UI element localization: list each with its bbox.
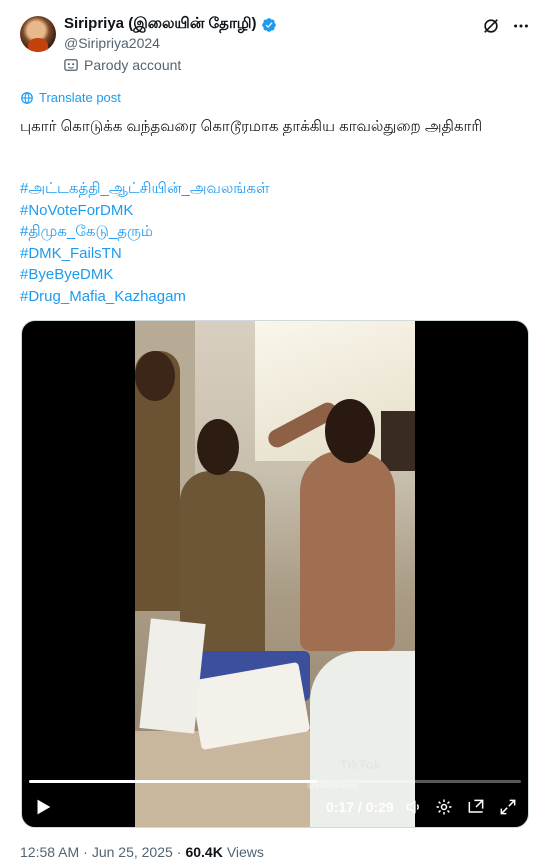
display-name[interactable]: Siripriya (இலையின் தோழி): [64, 15, 257, 34]
meta-separator: ·: [176, 844, 182, 860]
settings-gear-icon[interactable]: [434, 797, 454, 817]
video-progress-bar[interactable]: [29, 780, 521, 783]
parody-mask-icon: [64, 59, 78, 71]
video-time: 0:17 / 0:29: [326, 799, 394, 815]
translate-post-link[interactable]: Translate post: [20, 90, 121, 105]
video-scene-poster: [381, 411, 415, 471]
video-frame[interactable]: [135, 321, 415, 827]
hashtag-link[interactable]: #NoVoteForDMK: [20, 200, 270, 222]
post-text: புகார் கொடுக்க வந்தவரை கொடூரமாக தாக்கிய …: [20, 118, 483, 135]
hashtag-link[interactable]: #DMK_FailsTN: [20, 243, 270, 265]
hashtag-link[interactable]: #திமுக_கேடு_தரும்: [20, 221, 270, 243]
video-scene-person-head: [325, 399, 375, 463]
tiktok-watermark: TikTok: [340, 757, 381, 772]
parody-text: Parody account: [84, 57, 182, 73]
author-handle[interactable]: @Siripriya2024: [64, 35, 160, 51]
more-options-icon[interactable]: [511, 16, 531, 36]
volume-icon[interactable]: [404, 797, 424, 817]
post-date[interactable]: Jun 25, 2025: [92, 844, 173, 860]
fullscreen-icon[interactable]: [498, 797, 518, 817]
video-progress-fill: [29, 780, 318, 783]
grok-icon[interactable]: [481, 16, 501, 36]
picture-in-picture-icon[interactable]: [466, 797, 486, 817]
parody-label: Parody account: [64, 57, 181, 73]
post-time[interactable]: 12:58 AM: [20, 844, 79, 860]
video-scene-papers: [139, 618, 206, 734]
video-scene-person-head: [135, 351, 175, 401]
meta-separator: ·: [83, 844, 88, 860]
translate-icon: [21, 91, 33, 104]
hashtag-link[interactable]: #Drug_Mafia_Kazhagam: [20, 286, 270, 308]
verified-badge-icon: [261, 17, 276, 32]
hashtag-list: #அட்டகத்தி_ஆட்சியின்_அவலங்கள் #NoVoteFor…: [20, 178, 270, 308]
video-controls: 0:17 / 0:29: [22, 791, 528, 823]
hashtag-link[interactable]: #அட்டகத்தி_ஆட்சியின்_அவலங்கள்: [20, 178, 270, 200]
hashtag-link[interactable]: #ByeByeDMK: [20, 264, 270, 286]
avatar[interactable]: [20, 16, 56, 52]
author-name-row[interactable]: Siripriya (இலையின் தோழி): [64, 15, 277, 34]
video-player[interactable]: TikTok @satishkumar... 0:17 / 0:29: [21, 320, 529, 828]
play-icon[interactable]: [32, 796, 54, 818]
video-scene-person: [300, 451, 395, 651]
post-meta: 12:58 AM · Jun 25, 2025 · 60.4K Views: [20, 844, 264, 860]
translate-label[interactable]: Translate post: [39, 90, 121, 105]
views-count: 60.4K: [185, 844, 223, 860]
views-label: Views: [226, 844, 264, 860]
video-scene-person-head: [197, 419, 239, 475]
